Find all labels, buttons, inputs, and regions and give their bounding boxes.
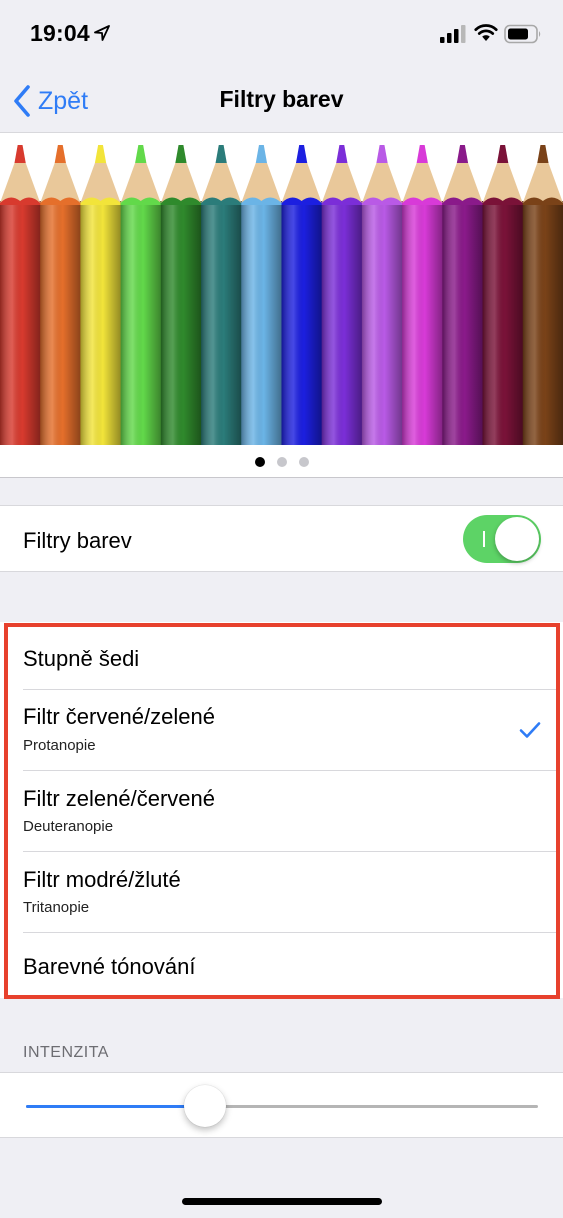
pencil [321, 145, 363, 445]
filter-option-title: Barevné tónování [23, 954, 196, 979]
pencil [40, 145, 81, 445]
intensity-slider-row [0, 1072, 563, 1138]
intensity-slider-track[interactable] [26, 1105, 538, 1108]
pencil [241, 145, 282, 445]
filter-option-blue-yellow[interactable]: Filtr modré/žluté Tritanopie [0, 852, 563, 932]
pencil [402, 145, 443, 445]
filter-preview-carousel[interactable] [0, 132, 563, 478]
filter-option-grayscale[interactable]: Stupně šedi [0, 622, 563, 689]
pencil [201, 145, 242, 445]
switch-on-indicator [483, 531, 485, 547]
filter-option-subtitle: Tritanopie [23, 899, 90, 916]
pencil [361, 145, 403, 445]
pencil [80, 145, 122, 445]
status-time: 19:04 [30, 20, 90, 46]
page-dot[interactable] [298, 457, 309, 467]
battery-icon [504, 24, 541, 44]
filter-option-color-tint[interactable]: Barevné tónování [0, 933, 563, 998]
checkmark-icon [519, 722, 541, 738]
color-filters-toggle-row: Filtry barev [0, 505, 563, 572]
filter-option-title: Filtr modré/žluté [23, 867, 181, 892]
home-indicator[interactable] [182, 1198, 382, 1205]
page-dot[interactable] [254, 457, 265, 467]
intensity-slider-thumb[interactable] [184, 1085, 227, 1127]
filter-option-subtitle: Protanopie [23, 737, 96, 754]
page-dot[interactable] [276, 457, 287, 467]
pencil [522, 145, 563, 445]
pencil [120, 145, 162, 445]
filter-option-subtitle: Deuteranopie [23, 818, 114, 835]
filter-options-list: Stupně šedi Filtr červené/zelené Protano… [0, 622, 563, 998]
pencil [482, 145, 524, 445]
pencil [442, 145, 484, 445]
filter-option-title: Filtr červené/zelené [23, 704, 215, 729]
status-bar: 19:04 [0, 0, 563, 70]
page-title: Filtry barev [219, 86, 344, 112]
filter-option-green-red[interactable]: Filtr zelené/červené Deuteranopie [0, 771, 563, 851]
cellular-signal-icon [440, 25, 466, 43]
navigation-bar: Zpět Filtry barev [0, 70, 563, 132]
pencil [160, 145, 202, 445]
page-indicator[interactable] [0, 457, 563, 467]
color-filters-label: Filtry barev [23, 528, 132, 553]
switch-knob [495, 517, 539, 561]
intensity-slider-fill [26, 1105, 206, 1108]
filter-option-title: Filtr zelené/červené [23, 786, 215, 811]
filter-option-title: Stupně šedi [23, 646, 140, 671]
intensity-section-header: INTENZITA [23, 1044, 109, 1061]
wifi-icon [474, 24, 498, 41]
filter-option-red-green[interactable]: Filtr červené/zelené Protanopie [0, 690, 563, 770]
location-arrow-icon [94, 25, 110, 41]
pencil [281, 145, 323, 445]
color-filters-switch[interactable] [463, 515, 541, 563]
colored-pencils-image [0, 145, 563, 445]
pencil [0, 145, 41, 445]
